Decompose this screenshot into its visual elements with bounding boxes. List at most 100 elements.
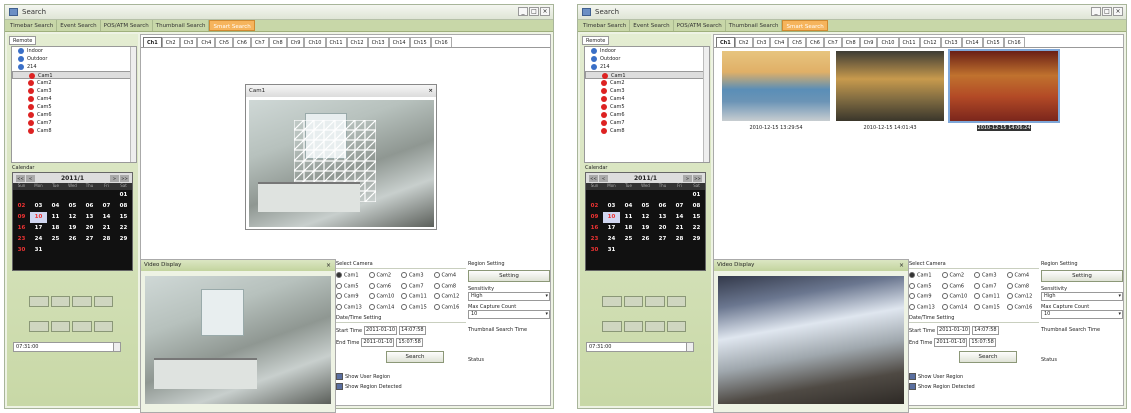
sensitivity-select[interactable]: High — [468, 292, 550, 301]
camera-radio[interactable]: Cam9 — [909, 293, 942, 300]
tree-item[interactable]: Cam8 — [12, 127, 136, 135]
next-year-button[interactable]: >> — [119, 174, 129, 182]
calendar-day[interactable]: 12 — [637, 212, 654, 223]
tab-channel[interactable]: Ch2 — [161, 37, 180, 47]
time-field[interactable]: 07:31:00 — [13, 342, 121, 352]
tab-channel[interactable]: Ch14 — [388, 37, 410, 47]
tree-item[interactable]: 214 — [585, 63, 709, 71]
prev-month-button[interactable]: < — [26, 174, 35, 182]
tree-item[interactable]: Cam6 — [12, 111, 136, 119]
tab-pos-atm-search[interactable]: POS/ATM Search — [101, 20, 153, 31]
tab-channel[interactable]: Ch1 — [143, 37, 162, 47]
tree-item[interactable]: Cam1 — [585, 71, 709, 80]
close-button[interactable]: × — [1113, 7, 1123, 16]
end-time-field[interactable]: 15:07:58 — [969, 338, 996, 347]
play-button[interactable] — [602, 296, 622, 307]
tab-channel[interactable]: Ch3 — [752, 37, 771, 47]
tab-channel[interactable]: Ch10 — [877, 37, 899, 47]
camera-radio[interactable]: Cam15 — [401, 304, 434, 310]
tree-item[interactable]: Cam2 — [585, 79, 709, 87]
calendar-day[interactable]: 22 — [115, 223, 132, 234]
tree-item[interactable]: Indoor — [12, 47, 136, 55]
end-time-field[interactable]: 15:07:58 — [396, 338, 423, 347]
step-back-button[interactable] — [602, 321, 622, 332]
camera-radio[interactable]: Cam14 — [942, 304, 975, 310]
tab-timebar-search[interactable]: Timebar Search — [7, 20, 58, 31]
tab-channel[interactable]: Ch11 — [898, 37, 920, 47]
calendar-day[interactable]: 08 — [115, 201, 132, 212]
calendar-day[interactable]: 13 — [654, 212, 671, 223]
calendar-day[interactable]: 04 — [620, 201, 637, 212]
calendar-day[interactable]: 30 — [13, 245, 30, 256]
tree-item[interactable]: Cam3 — [12, 87, 136, 95]
camera-radio[interactable]: Cam4 — [434, 272, 467, 279]
calendar-day[interactable]: 07 — [98, 201, 115, 212]
tab-pos-atm-search[interactable]: POS/ATM Search — [674, 20, 726, 31]
calendar-day[interactable]: 21 — [98, 223, 115, 234]
pause-button[interactable] — [623, 296, 643, 307]
calendar-day[interactable]: 19 — [637, 223, 654, 234]
tab-channel[interactable]: Ch5 — [788, 37, 807, 47]
calendar-day[interactable]: 29 — [115, 234, 132, 245]
calendar-day[interactable]: 27 — [654, 234, 671, 245]
maximize-button[interactable]: □ — [529, 7, 539, 16]
tree-item[interactable]: Cam5 — [12, 103, 136, 111]
minimize-button[interactable]: _ — [518, 7, 528, 16]
tab-channel[interactable]: Ch3 — [179, 37, 198, 47]
prev-year-button[interactable]: << — [589, 174, 598, 182]
camera-radio[interactable]: Cam8 — [1007, 283, 1040, 289]
tree-scrollbar[interactable] — [130, 47, 136, 162]
camera-radio[interactable]: Cam2 — [942, 272, 975, 279]
camera-radio[interactable]: Cam4 — [1007, 272, 1040, 279]
camera-radio[interactable]: Cam8 — [434, 283, 467, 289]
calendar-day[interactable]: 16 — [586, 223, 603, 234]
tab-channel[interactable]: Ch4 — [770, 37, 789, 47]
close-button[interactable]: × — [540, 7, 550, 16]
show-region-detected-checkbox[interactable]: Show Region Detected — [909, 383, 1039, 390]
calendar-day[interactable]: 02 — [586, 201, 603, 212]
slow-button[interactable] — [50, 321, 70, 332]
tab-channel[interactable]: Ch8 — [841, 37, 860, 47]
calendar-day[interactable]: 09 — [586, 212, 603, 223]
calendar-day[interactable]: 31 — [603, 245, 620, 256]
tab-channel[interactable]: Ch4 — [197, 37, 216, 47]
tab-thumbnail-search[interactable]: Thumbnail Search — [153, 20, 210, 31]
calendar-day[interactable]: 23 — [13, 234, 30, 245]
show-user-region-checkbox[interactable]: Show User Region — [909, 373, 1039, 380]
camera-radio[interactable]: Cam11 — [401, 293, 434, 300]
tab-channel[interactable]: Ch14 — [961, 37, 983, 47]
show-region-detected-checkbox[interactable]: Show Region Detected — [336, 383, 466, 390]
fast-button[interactable] — [645, 321, 665, 332]
max-capture-select[interactable]: 10 — [1041, 310, 1123, 319]
calendar-day[interactable]: 06 — [654, 201, 671, 212]
tree-item[interactable]: Cam2 — [12, 79, 136, 87]
tab-channel[interactable]: Ch9 — [859, 37, 878, 47]
prev-month-button[interactable]: < — [599, 174, 608, 182]
calendar-day[interactable]: 06 — [81, 201, 98, 212]
calendar-day[interactable]: 12 — [64, 212, 81, 223]
show-user-region-checkbox[interactable]: Show User Region — [336, 373, 466, 380]
calendar-day[interactable]: 10 — [603, 212, 620, 223]
calendar-day[interactable]: 28 — [98, 234, 115, 245]
tab-channel[interactable]: Ch13 — [367, 37, 389, 47]
next-month-button[interactable]: > — [109, 174, 119, 182]
calendar-day[interactable]: 26 — [637, 234, 654, 245]
search-button[interactable]: Search — [386, 351, 444, 363]
end-date-field[interactable]: 2011-01-10 — [934, 338, 968, 347]
tree-item[interactable]: Cam6 — [585, 111, 709, 119]
maximize-button[interactable]: □ — [1102, 7, 1112, 16]
calendar-day[interactable]: 24 — [603, 234, 620, 245]
calendar-day[interactable]: 03 — [30, 201, 47, 212]
camera-radio[interactable]: Cam10 — [942, 293, 975, 300]
tree-item[interactable]: 214 — [12, 63, 136, 71]
tree-item[interactable]: Cam4 — [12, 95, 136, 103]
tab-event-search[interactable]: Event Search — [57, 20, 101, 31]
end-date-field[interactable]: 2011-01-10 — [361, 338, 395, 347]
camera-radio[interactable]: Cam1 — [909, 272, 942, 279]
camera-radio[interactable]: Cam7 — [401, 283, 434, 289]
calendar-day[interactable]: 20 — [81, 223, 98, 234]
minimize-button[interactable]: _ — [1091, 7, 1101, 16]
tab-channel[interactable]: Ch7 — [250, 37, 269, 47]
time-spinner[interactable] — [686, 343, 693, 351]
camera-radio[interactable]: Cam16 — [434, 304, 467, 310]
